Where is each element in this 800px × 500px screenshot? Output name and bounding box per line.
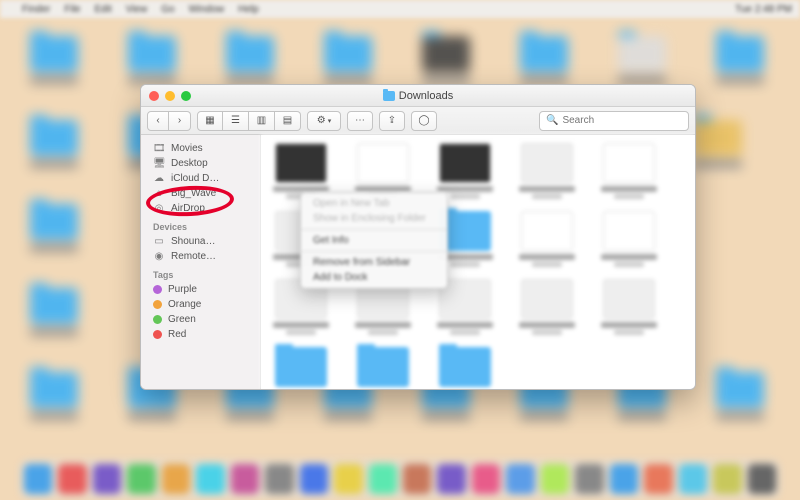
sidebar-item-icloud-drive[interactable]: ☁iCloud D… <box>141 171 260 186</box>
arrange-button[interactable]: ⚙▾ <box>307 111 341 131</box>
titlebar[interactable]: Downloads <box>141 85 695 107</box>
menubar: Finder FileEditViewGoWindowHelp Tue 2:48… <box>0 0 800 18</box>
toolbar: ‹ › ▦ ☰ ▥ ▤ ⚙▾ ⋯ ⇪ ◯ 🔍 <box>141 107 695 135</box>
list-view-button[interactable]: ☰ <box>223 111 249 131</box>
tag-dot-icon <box>153 315 162 324</box>
sidebar-item-computer[interactable]: ▭Shouna… <box>141 234 260 249</box>
ctx-separator <box>301 251 447 252</box>
sidebar-heading-tags: Tags <box>141 268 260 282</box>
forward-button[interactable]: › <box>169 111 191 131</box>
gallery-view-button[interactable]: ▤ <box>275 111 301 131</box>
zoom-button[interactable] <box>181 91 191 101</box>
cloud-icon: ☁ <box>153 173 165 184</box>
close-button[interactable] <box>149 91 159 101</box>
home-icon: ⌂ <box>153 188 165 199</box>
sidebar-item-remote-disc[interactable]: ◉Remote… <box>141 249 260 264</box>
icon-view-button[interactable]: ▦ <box>197 111 223 131</box>
airdrop-icon: ◎ <box>153 203 165 214</box>
ctx-separator <box>301 229 447 230</box>
sidebar: 🎞Movies 🖥Desktop ☁iCloud D… ⌂Big_Wave ◎A… <box>141 135 261 389</box>
back-button[interactable]: ‹ <box>147 111 169 131</box>
search-input[interactable] <box>562 115 682 126</box>
tag-dot-icon <box>153 330 162 339</box>
window-title: Downloads <box>191 90 645 102</box>
desktop-icon: 🖥 <box>153 158 165 169</box>
ctx-add-dock[interactable]: Add to Dock <box>301 270 447 285</box>
dock[interactable] <box>20 460 780 498</box>
sidebar-tag-red[interactable]: Red <box>141 327 260 342</box>
sidebar-item-movies[interactable]: 🎞Movies <box>141 141 260 156</box>
search-icon: 🔍 <box>546 115 558 126</box>
sidebar-heading-devices: Devices <box>141 220 260 234</box>
context-menu[interactable]: Open in New Tab Show in Enclosing Folder… <box>300 192 448 289</box>
sidebar-tag-orange[interactable]: Orange <box>141 297 260 312</box>
tag-dot-icon <box>153 285 162 294</box>
folder-icon <box>383 91 395 101</box>
tag-dot-icon <box>153 300 162 309</box>
view-switcher[interactable]: ▦ ☰ ▥ ▤ <box>197 111 301 131</box>
ctx-show-enclosing[interactable]: Show in Enclosing Folder <box>301 211 447 226</box>
disc-icon: ◉ <box>153 251 165 262</box>
film-icon: 🎞 <box>153 143 165 154</box>
ctx-get-info[interactable]: Get Info <box>301 233 447 248</box>
sidebar-tag-purple[interactable]: Purple <box>141 282 260 297</box>
column-view-button[interactable]: ▥ <box>249 111 275 131</box>
sidebar-tag-green[interactable]: Green <box>141 312 260 327</box>
sidebar-item-desktop[interactable]: 🖥Desktop <box>141 156 260 171</box>
edit-tags-button[interactable]: ◯ <box>411 111 437 131</box>
laptop-icon: ▭ <box>153 236 165 247</box>
share-button[interactable]: ⇪ <box>379 111 405 131</box>
ctx-remove-sidebar[interactable]: Remove from Sidebar <box>301 255 447 270</box>
sidebar-item-home[interactable]: ⌂Big_Wave <box>141 186 260 201</box>
search-field[interactable]: 🔍 <box>539 111 689 131</box>
sidebar-item-airdrop[interactable]: ◎AirDrop <box>141 201 260 216</box>
action-button[interactable]: ⋯ <box>347 111 373 131</box>
ctx-open-new-tab[interactable]: Open in New Tab <box>301 196 447 211</box>
minimize-button[interactable] <box>165 91 175 101</box>
